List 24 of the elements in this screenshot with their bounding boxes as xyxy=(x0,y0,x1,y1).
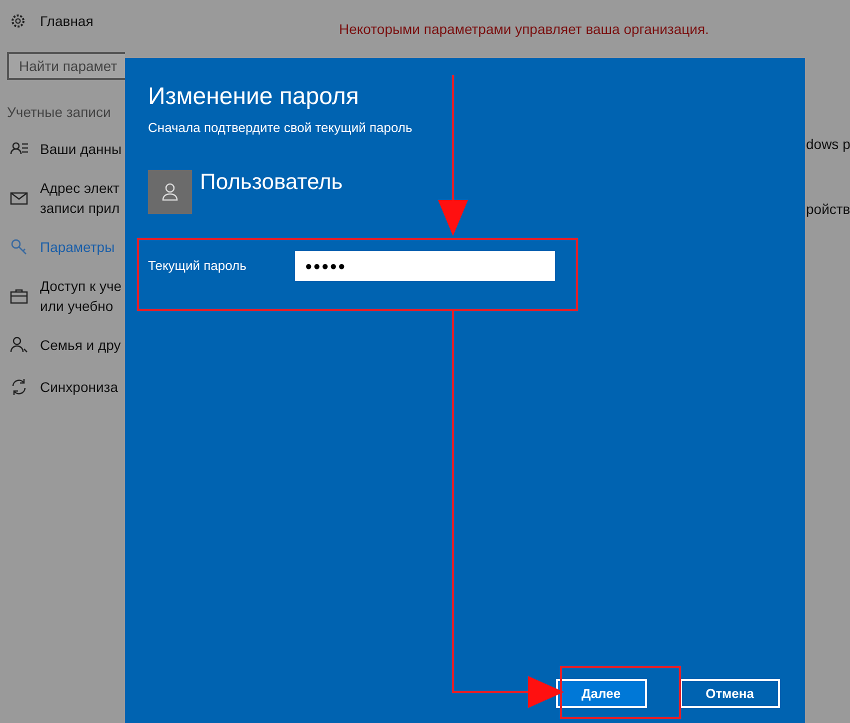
password-label: Текущий пароль xyxy=(148,256,248,275)
sidebar-item[interactable]: Ваши данны xyxy=(40,139,122,159)
setting-text: dows p xyxy=(806,135,850,154)
search-field[interactable]: Найти парамет xyxy=(7,52,125,80)
setting-text: ройств xyxy=(806,200,850,219)
sidebar-item[interactable]: Доступ к уче или учебно xyxy=(40,276,122,316)
user-name: Пользователь xyxy=(200,170,343,194)
dialog-subtitle: Сначала подтвердите свой текущий пароль xyxy=(148,119,414,137)
settings-icon[interactable] xyxy=(10,13,26,29)
home-link[interactable]: Главная xyxy=(40,10,94,32)
briefcase-icon xyxy=(10,287,28,305)
next-button[interactable]: Далее xyxy=(556,679,647,708)
key-icon xyxy=(10,238,28,256)
sidebar-item[interactable]: Синхрониза xyxy=(40,377,118,397)
dialog-title: Изменение пароля xyxy=(148,82,360,112)
organization-notice: Некоторыми параметрами управляет ваша организация. xyxy=(339,20,709,39)
person-icon xyxy=(162,182,178,200)
sidebar-item[interactable]: Адрес элект записи прил xyxy=(40,178,120,218)
sync-icon xyxy=(10,378,28,396)
password-field[interactable]: ●●●●● xyxy=(295,250,555,280)
sidebar-item[interactable]: Семья и дру xyxy=(40,335,121,355)
cancel-button[interactable]: Отмена xyxy=(680,679,780,708)
section-heading: Учетные записи xyxy=(6,103,112,122)
person-icon xyxy=(10,336,28,354)
